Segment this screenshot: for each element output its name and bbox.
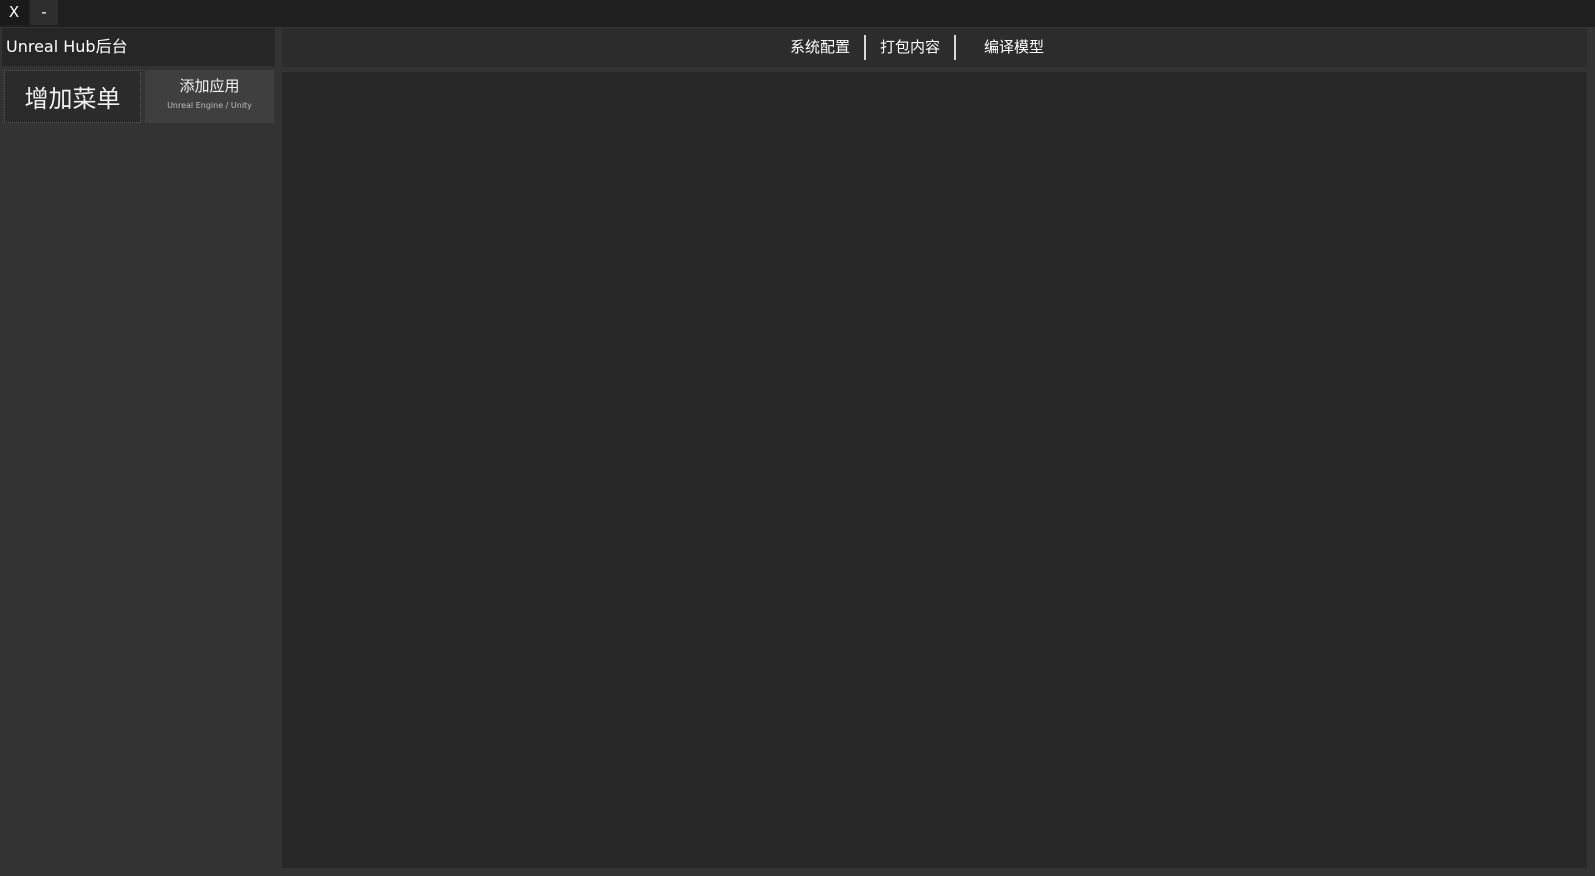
main-content-panel — [282, 72, 1587, 868]
tab-compile-model[interactable]: 编译模型 — [984, 35, 1044, 60]
add-menu-button[interactable]: 增加菜单 — [4, 70, 141, 123]
scrollbar[interactable] — [1587, 28, 1595, 876]
tab-divider — [954, 35, 957, 60]
sidebar: Unreal Hub后台 增加菜单 添加应用 Unreal Engine / U… — [0, 28, 276, 876]
add-app-sublabel: Unreal Engine / Unity — [167, 101, 252, 110]
tab-bar: 系统配置 打包内容 编译模型 — [790, 35, 1044, 60]
add-app-label: 添加应用 — [179, 77, 240, 95]
tab-package-content[interactable]: 打包内容 — [880, 35, 940, 60]
title-bar: X - — [0, 0, 1595, 27]
app-window: X - Unreal Hub后台 增加菜单 添加应用 Unreal Engine… — [0, 0, 1595, 876]
tab-system-config[interactable]: 系统配置 — [790, 35, 850, 60]
sidebar-title: Unreal Hub后台 — [2, 28, 275, 66]
tab-divider — [864, 35, 867, 60]
minimize-button[interactable]: - — [30, 0, 58, 25]
close-button[interactable]: X — [0, 0, 28, 25]
add-menu-label: 增加菜单 — [24, 85, 121, 113]
add-app-button[interactable]: 添加应用 Unreal Engine / Unity — [145, 70, 274, 123]
top-nav-bar: 系统配置 打包内容 编译模型 — [282, 28, 1587, 67]
